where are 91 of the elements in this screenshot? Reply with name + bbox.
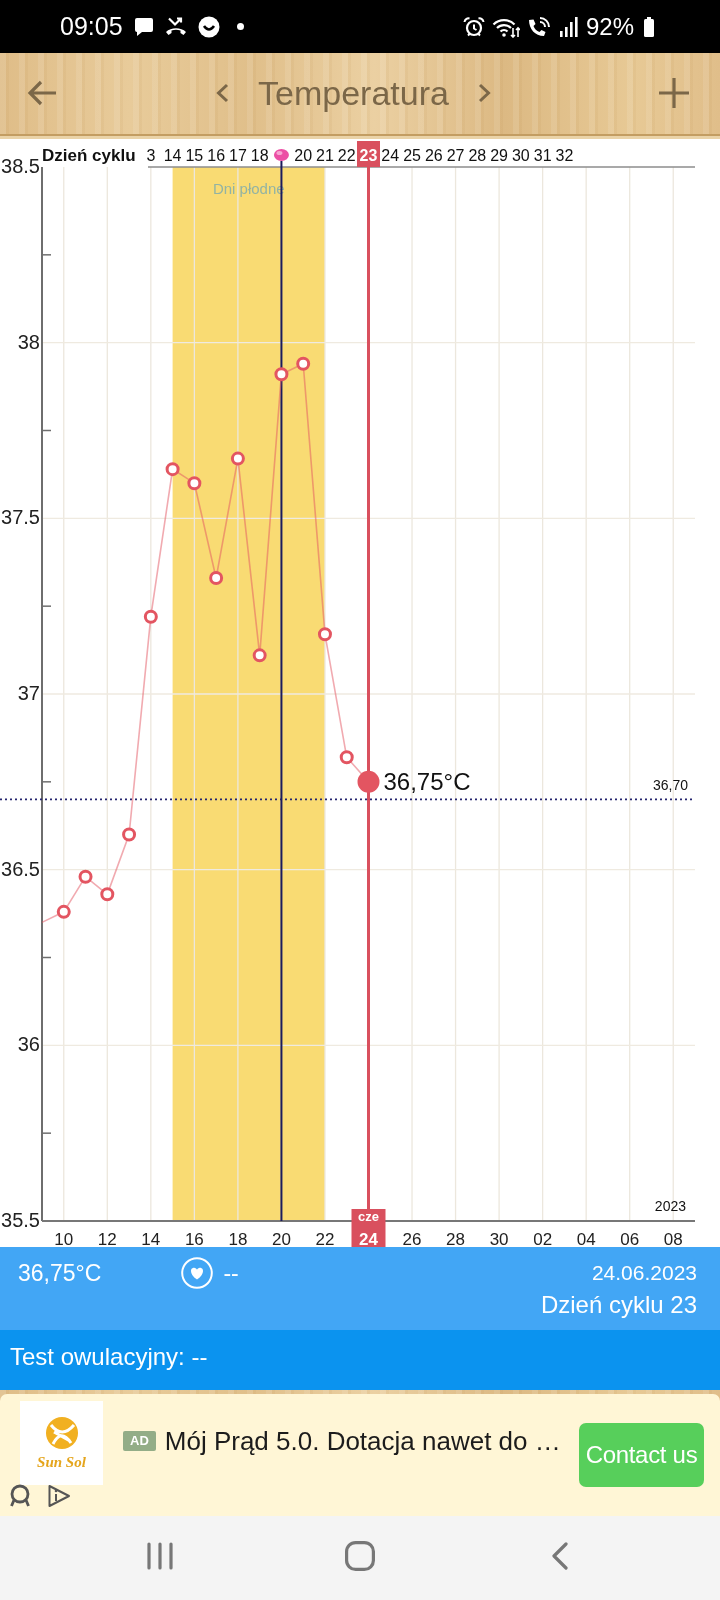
x-axis-label: 26 xyxy=(402,1229,422,1247)
signal-icon xyxy=(559,16,578,37)
data-point xyxy=(56,904,71,919)
x-axis-label: 20 xyxy=(271,1229,291,1247)
cycle-day-label[interactable]: 30 xyxy=(511,146,530,164)
logo-icon xyxy=(44,1415,79,1450)
ring-icon[interactable] xyxy=(8,1484,32,1508)
back-arrow-icon[interactable] xyxy=(27,80,57,106)
cycle-day-title: Dzień cyklu xyxy=(42,145,136,165)
home-icon[interactable] xyxy=(345,1541,375,1571)
cycle-day-label[interactable]: 21 xyxy=(316,146,334,164)
x-axis-label: 16 xyxy=(184,1229,204,1247)
y-axis-label: 35.5 xyxy=(1,1209,40,1231)
message-icon xyxy=(133,17,154,36)
cycle-day-label[interactable]: 25 xyxy=(403,146,421,164)
cycle-day-label[interactable]: 17 xyxy=(229,146,247,164)
cycle-day-label[interactable]: 31 xyxy=(533,146,552,164)
back-icon[interactable] xyxy=(552,1542,568,1570)
cycle-day-label[interactable]: 3 xyxy=(146,146,156,164)
y-axis-label: 36.5 xyxy=(1,857,40,880)
data-point xyxy=(78,869,93,884)
data-point xyxy=(339,750,354,765)
cycle-day-label[interactable]: 26 xyxy=(424,146,443,164)
x-tick-label: 24 xyxy=(359,1229,379,1249)
cycle-day-label[interactable]: 28 xyxy=(468,146,487,164)
ref-line-label: cze xyxy=(358,1208,379,1224)
cycle-day-label[interactable]: 32 xyxy=(555,146,574,164)
x-axis-label: 22 xyxy=(315,1229,335,1247)
data-point xyxy=(165,462,180,477)
x-axis-label: 06 xyxy=(620,1229,640,1247)
info-triangle-icon[interactable] xyxy=(47,1484,71,1508)
cycle-day-label[interactable]: 18 xyxy=(250,146,269,164)
dot-icon xyxy=(236,23,244,30)
temperature-value: 36,75°C xyxy=(18,1259,102,1287)
cycle-day-label[interactable]: 16 xyxy=(207,146,226,164)
chevron-right-icon[interactable] xyxy=(477,83,491,103)
x-axis-label: 28 xyxy=(446,1229,466,1247)
heart-value: -- xyxy=(223,1259,239,1287)
date-text: 24.06.2023 xyxy=(591,1260,697,1286)
cycle-day-label[interactable]: 24 xyxy=(381,146,400,164)
x-axis-label: 12 xyxy=(97,1229,117,1247)
cycle-day-label[interactable]: 27 xyxy=(446,146,465,164)
data-point xyxy=(122,827,137,842)
data-point xyxy=(143,609,158,624)
status-time: 09:05 xyxy=(60,14,123,39)
data-point xyxy=(209,571,224,586)
cycle-day-label[interactable]: 29 xyxy=(490,146,508,164)
logo-text: Sun Sol xyxy=(37,1453,86,1471)
x-axis-label: 18 xyxy=(228,1229,248,1247)
ovulation-test-text: Test owulacyjny: -- xyxy=(10,1343,208,1371)
data-point xyxy=(296,356,311,371)
y-axis-label: 38 xyxy=(17,330,40,353)
x-axis-label: 14 xyxy=(141,1229,161,1247)
coverline-value: 36,70 xyxy=(652,777,688,794)
x-axis-label: 08 xyxy=(663,1229,683,1247)
battery-icon xyxy=(644,16,654,37)
screen-title: Temperatura xyxy=(258,72,449,114)
x-axis-label: 30 xyxy=(489,1229,509,1247)
cycle-day-label[interactable]: 22 xyxy=(337,146,356,164)
chevron-left-icon[interactable] xyxy=(216,83,230,103)
y-axis-label: 37.5 xyxy=(1,506,40,529)
x-axis-label: 02 xyxy=(533,1229,553,1247)
ad-headline[interactable]: Mój Prąd 5.0. Dotacja nawet do … xyxy=(164,1426,561,1456)
data-point xyxy=(317,627,332,642)
data-point xyxy=(100,887,115,902)
selected-temperature-label: 36,75°C xyxy=(383,768,471,796)
data-point xyxy=(252,648,267,663)
recent-apps-icon[interactable] xyxy=(147,1542,173,1570)
cycle-day-label[interactable]: 15 xyxy=(185,146,204,164)
y-axis-label: 38.5 xyxy=(1,155,40,177)
selected-cycle-day[interactable]: 23 xyxy=(357,141,380,167)
data-point xyxy=(230,451,245,466)
wifi-call-icon xyxy=(526,15,553,38)
plus-icon[interactable] xyxy=(658,77,690,109)
year-label: 2023 xyxy=(654,1198,686,1214)
missed-call-icon xyxy=(164,17,187,36)
ad-label: AD xyxy=(123,1431,156,1451)
cycle-day-label[interactable]: 14 xyxy=(163,146,182,164)
y-axis-label: 37 xyxy=(17,682,40,704)
y-axis-label: 36 xyxy=(17,1033,40,1056)
selected-month-label: cze xyxy=(351,1208,386,1224)
alarm-icon xyxy=(462,16,485,37)
x-axis-label: 04 xyxy=(576,1229,596,1247)
x-axis-label: 10 xyxy=(54,1229,74,1247)
data-point xyxy=(187,476,202,491)
battery-percentage: 92% xyxy=(585,14,634,39)
selected-date-label: 24 xyxy=(351,1221,386,1247)
cycle-day-label[interactable]: 20 xyxy=(294,146,313,164)
cycle-day-text: Dzień cyklu 23 xyxy=(540,1290,697,1320)
smiley-icon xyxy=(197,15,220,38)
data-point xyxy=(274,367,289,382)
